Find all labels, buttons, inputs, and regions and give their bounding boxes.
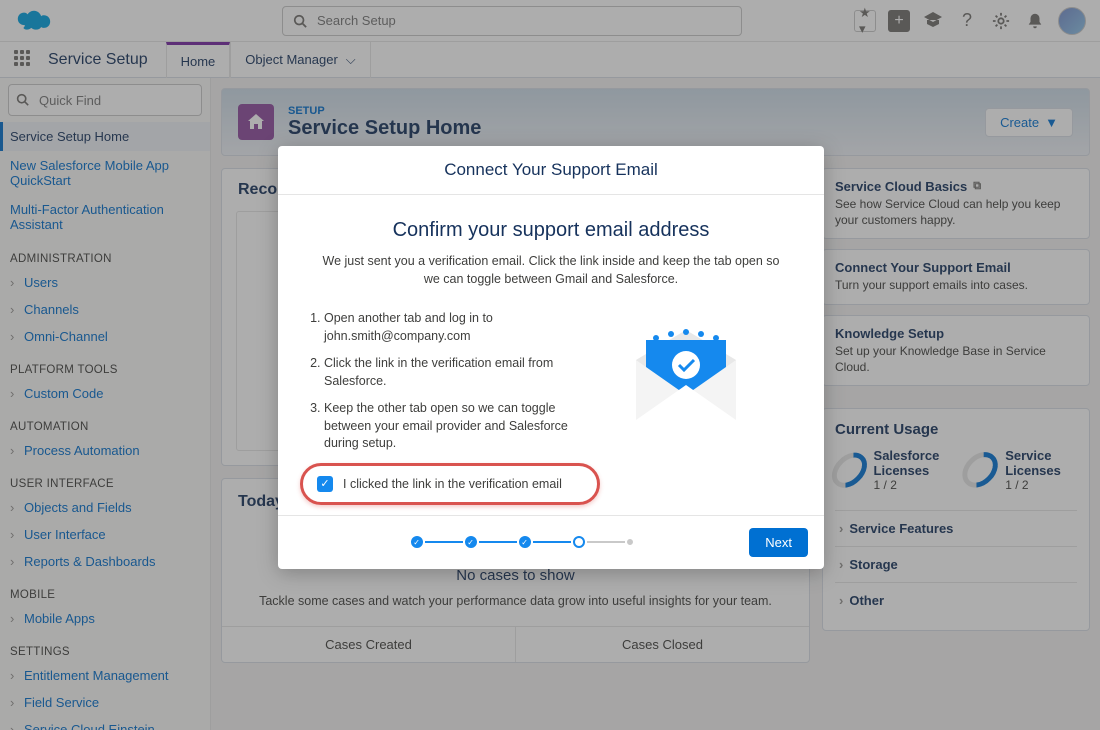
envelope-illustration xyxy=(616,310,756,430)
connect-email-modal: × Connect Your Support Email Confirm you… xyxy=(278,146,824,569)
progress-step-future xyxy=(627,539,633,545)
step-2: Click the link in the verification email… xyxy=(324,355,596,390)
modal-heading: Confirm your support email address xyxy=(306,219,796,242)
step-1: Open another tab and log in to john.smit… xyxy=(324,310,596,345)
progress-step-done: ✓ xyxy=(465,536,477,548)
progress-step-done: ✓ xyxy=(411,536,423,548)
step-3: Keep the other tab open so we can toggle… xyxy=(324,400,596,453)
next-button[interactable]: Next xyxy=(749,528,808,557)
modal-subtitle: We just sent you a verification email. C… xyxy=(306,252,796,288)
modal-instructions: Open another tab and log in to john.smit… xyxy=(306,310,596,505)
progress-indicator: ✓ ✓ ✓ xyxy=(294,536,749,548)
progress-step-current xyxy=(573,536,585,548)
close-icon[interactable]: × xyxy=(820,146,824,151)
verification-checkbox[interactable] xyxy=(317,476,333,492)
modal-title: Connect Your Support Email xyxy=(278,146,824,195)
progress-step-done: ✓ xyxy=(519,536,531,548)
verification-checkbox-highlight: I clicked the link in the verification e… xyxy=(300,463,600,505)
checkbox-label: I clicked the link in the verification e… xyxy=(343,477,562,491)
modal-footer: ✓ ✓ ✓ Next xyxy=(278,515,824,569)
